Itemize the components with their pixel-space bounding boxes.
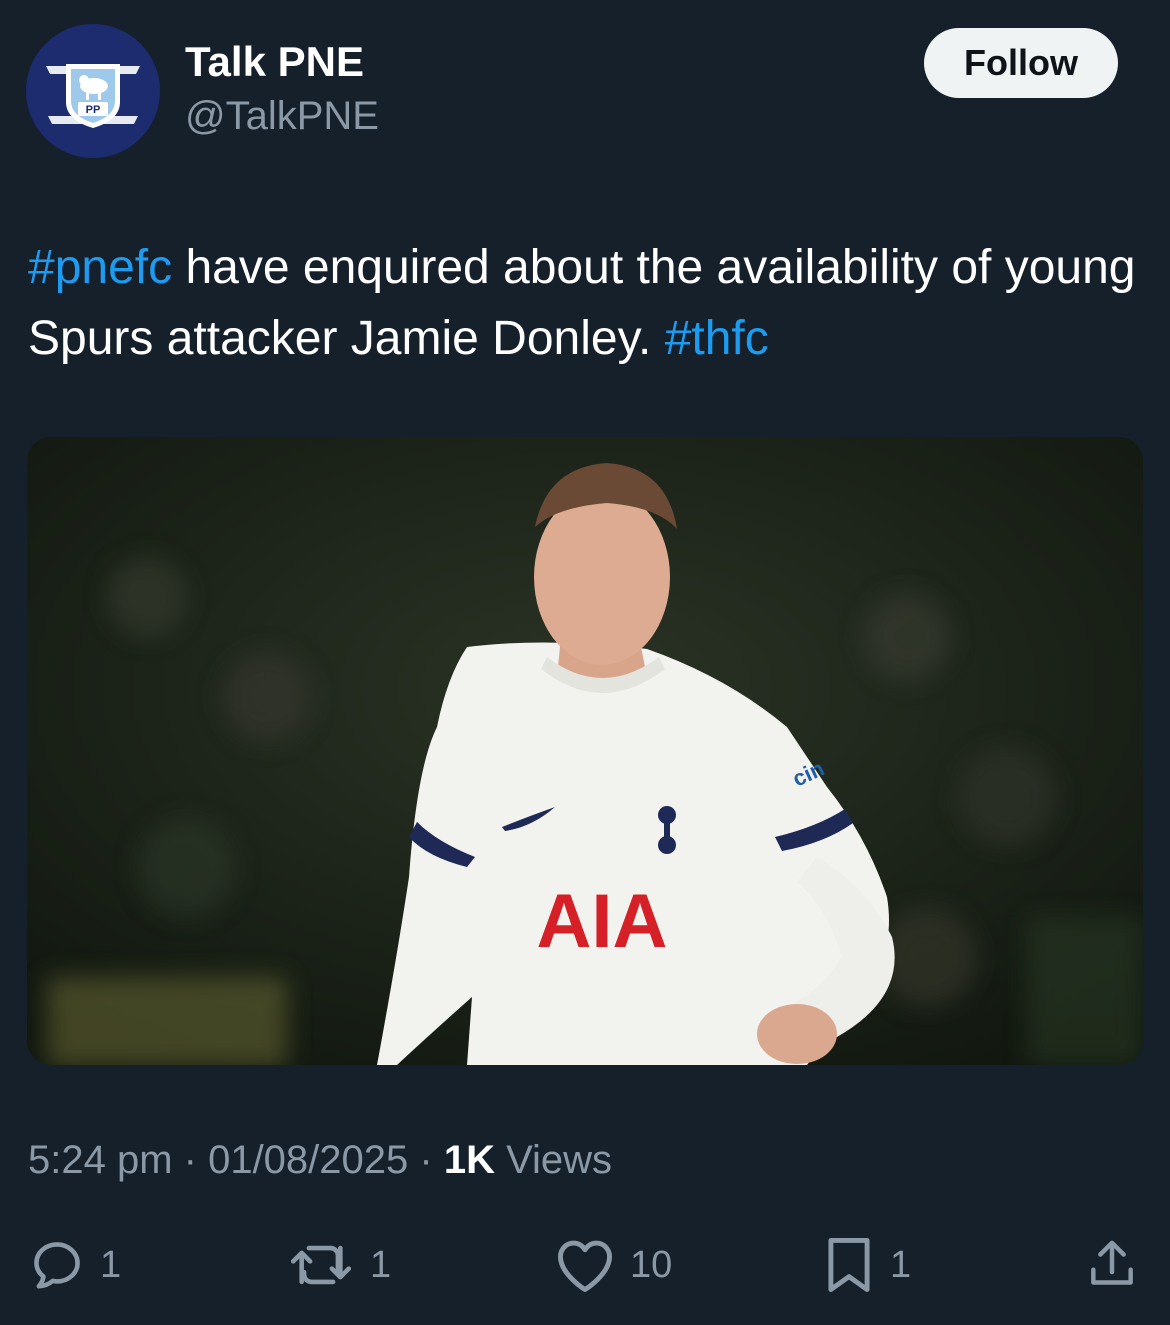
- retweet-icon: [290, 1245, 352, 1285]
- hashtag-pnefc[interactable]: #pnefc: [28, 241, 172, 294]
- avatar[interactable]: PP: [26, 24, 160, 158]
- retweet-count: 1: [370, 1243, 392, 1286]
- club-crest-logo: PP: [26, 24, 160, 158]
- author-name[interactable]: Talk PNE: [185, 38, 364, 86]
- meta-separator: ·: [408, 1138, 444, 1182]
- reply-button[interactable]: 1: [28, 1232, 121, 1298]
- author-handle[interactable]: @TalkPNE: [185, 94, 379, 139]
- tweet-photo[interactable]: AIA cin: [27, 437, 1143, 1065]
- heart-icon: [558, 1240, 612, 1292]
- tweet-body: have enquired about the availability of …: [28, 241, 1136, 365]
- like-count: 10: [630, 1243, 673, 1286]
- shirt-sponsor: AIA: [537, 879, 668, 964]
- meta-separator: ·: [172, 1138, 209, 1182]
- retweet-button[interactable]: 1: [286, 1232, 391, 1298]
- hashtag-thfc[interactable]: #thfc: [665, 312, 769, 365]
- like-button[interactable]: 10: [554, 1232, 672, 1298]
- bookmark-count: 1: [890, 1243, 912, 1286]
- follow-button[interactable]: Follow: [924, 28, 1118, 98]
- views-label[interactable]: Views: [495, 1138, 612, 1182]
- svg-text:PP: PP: [86, 104, 101, 116]
- tweet-meta: 5:24 pm · 01/08/2025 · 1K Views: [28, 1138, 612, 1183]
- bookmark-icon: [828, 1238, 870, 1292]
- share-icon: [1091, 1240, 1133, 1285]
- reply-count: 1: [100, 1243, 122, 1286]
- tweet-text: #pnefc have enquired about the availabil…: [28, 232, 1138, 374]
- bookmark-button[interactable]: 1: [822, 1232, 911, 1298]
- share-button[interactable]: [1084, 1232, 1140, 1298]
- reply-icon: [34, 1242, 80, 1289]
- tweet-date[interactable]: 01/08/2025: [208, 1138, 408, 1182]
- player-photo: AIA cin: [27, 437, 1143, 1065]
- views-count[interactable]: 1K: [444, 1138, 495, 1182]
- tweet-time[interactable]: 5:24 pm: [28, 1138, 173, 1182]
